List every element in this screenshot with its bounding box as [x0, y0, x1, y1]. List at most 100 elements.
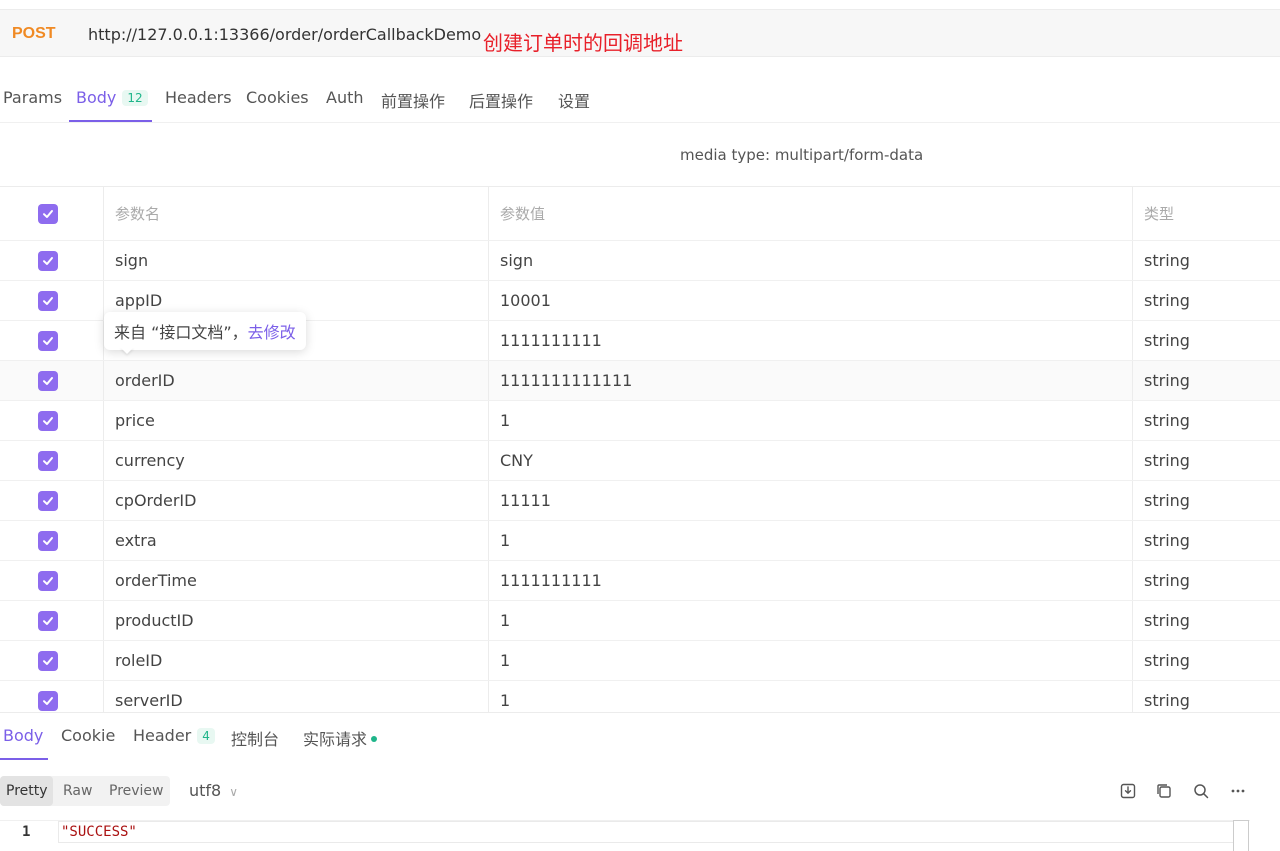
table-row[interactable]: orderID 1111111111111 string [0, 361, 1280, 401]
param-type-cell[interactable]: string [1132, 481, 1280, 520]
param-value-cell[interactable]: 1 [488, 401, 1132, 440]
row-check-cell [0, 681, 103, 713]
param-type-cell[interactable]: string [1132, 281, 1280, 320]
param-type-cell[interactable]: string [1132, 241, 1280, 280]
tab-params[interactable]: Params [3, 88, 62, 107]
tab-settings[interactable]: 设置 [558, 88, 590, 112]
column-header-value: 参数值 [488, 187, 1132, 240]
param-name-cell[interactable]: serverID [103, 681, 488, 713]
table-row[interactable]: currency CNY string [0, 441, 1280, 481]
copy-icon[interactable] [1153, 780, 1175, 802]
response-tab-body[interactable]: Body [3, 726, 43, 745]
tab-auth[interactable]: Auth [326, 88, 364, 107]
response-header-count-badge: 4 [197, 728, 215, 744]
param-name-cell[interactable]: orderTime [103, 561, 488, 600]
row-checkbox[interactable] [37, 290, 58, 311]
param-type-cell[interactable]: string [1132, 321, 1280, 360]
param-value-cell[interactable]: 1111111111 [488, 321, 1132, 360]
tab-headers[interactable]: Headers [165, 88, 232, 107]
url-input[interactable]: http://127.0.0.1:13366/order/orderCallba… [88, 25, 481, 44]
row-check-cell [0, 281, 103, 320]
table-row[interactable]: sign sign string [0, 241, 1280, 281]
row-checkbox[interactable] [37, 250, 58, 271]
param-value-cell[interactable]: sign [488, 241, 1132, 280]
vertical-scrollbar[interactable] [1233, 820, 1249, 851]
param-value-cell[interactable]: 1 [488, 601, 1132, 640]
row-checkbox[interactable] [37, 530, 58, 551]
row-checkbox[interactable] [37, 610, 58, 631]
param-value-cell[interactable]: 1111111111111 [488, 361, 1132, 400]
request-tabs: Params Body 12 Headers Cookies Auth 前置操作 … [0, 76, 1280, 123]
table-row[interactable]: price 1 string [0, 401, 1280, 441]
column-header-name: 参数名 [103, 187, 488, 240]
param-type-cell[interactable]: string [1132, 401, 1280, 440]
param-name-cell[interactable]: productID [103, 601, 488, 640]
table-row[interactable]: roleID 1 string [0, 641, 1280, 681]
param-type-cell[interactable]: string [1132, 681, 1280, 713]
row-checkbox[interactable] [37, 490, 58, 511]
row-checkbox[interactable] [37, 650, 58, 671]
tab-post-operations[interactable]: 后置操作 [469, 88, 533, 112]
row-check-cell [0, 481, 103, 520]
param-name-cell[interactable]: currency [103, 441, 488, 480]
row-check-cell [0, 401, 103, 440]
response-tab-console[interactable]: 控制台 [231, 726, 279, 750]
code-line: "SUCCESS" [58, 821, 1234, 843]
param-value-cell[interactable]: 10001 [488, 281, 1132, 320]
row-check-cell [0, 241, 103, 280]
param-value-cell[interactable]: 11111 [488, 481, 1132, 520]
param-value-cell[interactable]: 1 [488, 521, 1132, 560]
row-checkbox[interactable] [37, 450, 58, 471]
response-tab-cookie[interactable]: Cookie [61, 726, 115, 745]
table-row[interactable]: productID 1 string [0, 601, 1280, 641]
encoding-value: utf8 [189, 781, 222, 800]
param-name-cell[interactable]: price [103, 401, 488, 440]
select-all-checkbox[interactable] [37, 203, 58, 224]
tab-pre-operations[interactable]: 前置操作 [381, 88, 445, 112]
table-row[interactable]: extra 1 string [0, 521, 1280, 561]
tab-cookies[interactable]: Cookies [246, 88, 309, 107]
table-row[interactable]: serverID 1 string [0, 681, 1280, 713]
param-type-cell[interactable]: string [1132, 601, 1280, 640]
param-type-cell[interactable]: string [1132, 441, 1280, 480]
check-icon [42, 256, 53, 265]
param-value-cell[interactable]: CNY [488, 441, 1132, 480]
line-number: 1 [22, 824, 31, 840]
param-type-cell[interactable]: string [1132, 641, 1280, 680]
row-checkbox[interactable] [37, 690, 58, 711]
param-type-cell[interactable]: string [1132, 561, 1280, 600]
response-code-viewer[interactable]: 1 "SUCCESS" [0, 820, 1250, 851]
table-row[interactable]: orderTime 1111111111 string [0, 561, 1280, 601]
row-checkbox[interactable] [37, 370, 58, 391]
check-icon [42, 336, 53, 345]
view-mode-switcher: Pretty Raw Preview [0, 776, 170, 806]
media-type-selector[interactable]: media type: multipart/form-data [680, 146, 923, 164]
table-row[interactable]: cpOrderID 11111 string [0, 481, 1280, 521]
tab-body[interactable]: Body 12 [76, 88, 148, 107]
param-name-cell[interactable]: roleID [103, 641, 488, 680]
http-method-selector[interactable]: POST [12, 25, 56, 43]
param-type-cell[interactable]: string [1132, 361, 1280, 400]
encoding-selector[interactable]: utf8 ∨ [189, 781, 238, 800]
row-checkbox[interactable] [37, 410, 58, 431]
param-name-cell[interactable]: orderID [103, 361, 488, 400]
param-name-cell[interactable]: extra [103, 521, 488, 560]
tooltip-edit-link[interactable]: 去修改 [248, 323, 296, 342]
search-icon[interactable] [1190, 780, 1212, 802]
response-tab-header[interactable]: Header 4 [133, 726, 215, 745]
url-annotation-note: 创建订单时的回调地址 [483, 31, 683, 55]
more-icon[interactable] [1227, 780, 1249, 802]
row-checkbox[interactable] [37, 570, 58, 591]
param-value-cell[interactable]: 1111111111 [488, 561, 1132, 600]
view-mode-raw[interactable]: Raw [57, 776, 98, 806]
param-name-cell[interactable]: cpOrderID [103, 481, 488, 520]
response-tab-actual-request[interactable]: 实际请求 [303, 726, 378, 750]
param-name-cell[interactable]: sign [103, 241, 488, 280]
download-icon[interactable] [1117, 780, 1139, 802]
view-mode-pretty[interactable]: Pretty [0, 776, 53, 806]
row-checkbox[interactable] [37, 330, 58, 351]
param-value-cell[interactable]: 1 [488, 681, 1132, 713]
param-value-cell[interactable]: 1 [488, 641, 1132, 680]
param-type-cell[interactable]: string [1132, 521, 1280, 560]
view-mode-preview[interactable]: Preview [103, 776, 170, 806]
